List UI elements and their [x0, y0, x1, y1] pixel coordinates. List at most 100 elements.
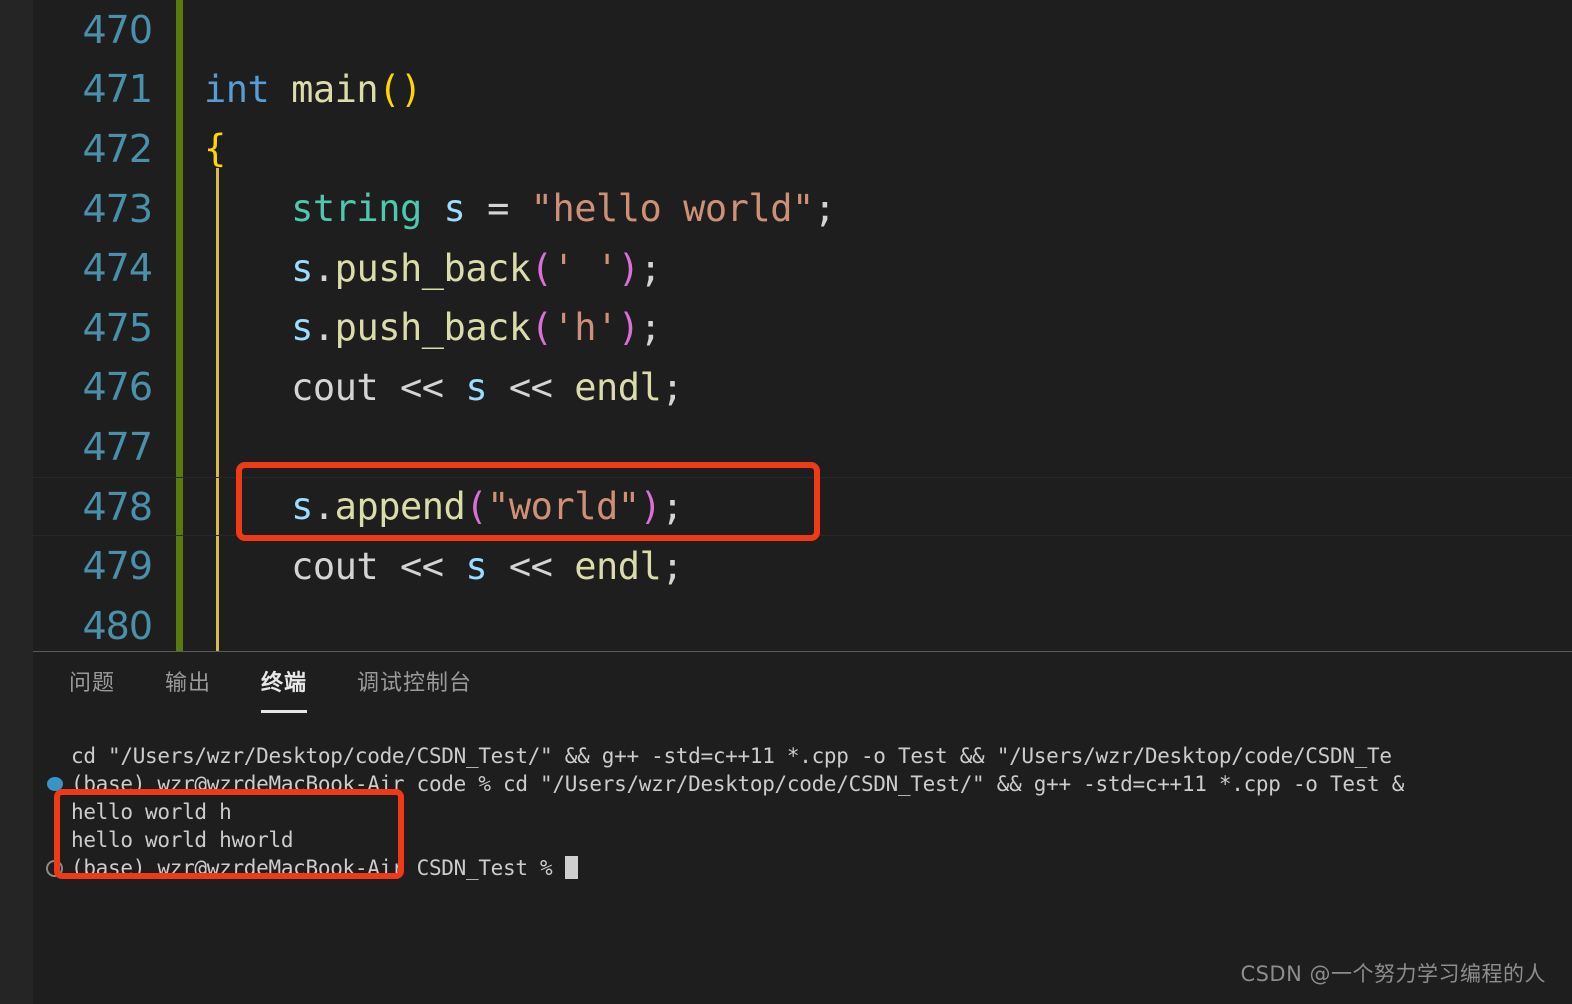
- code-token: 'h': [552, 306, 618, 350]
- code-token: s: [465, 544, 488, 588]
- terminal-line: (base) wzr@wzrdeMacBook-Air code % cd "/…: [33, 770, 1572, 798]
- code-token: ): [617, 246, 640, 290]
- code-line-479[interactable]: 479 cout << s << endl;: [33, 536, 1572, 596]
- code-token: s: [291, 246, 313, 290]
- code-line-content: cout << s << endl;: [166, 548, 683, 585]
- code-line-473[interactable]: 473 string s = "hello world";: [33, 179, 1572, 239]
- code-token: "hello world": [530, 187, 815, 231]
- code-token: s: [291, 306, 313, 350]
- code-token: (: [530, 306, 553, 350]
- code-line-content: int main(): [166, 71, 422, 108]
- terminal-line: hello world hworld: [33, 826, 1572, 854]
- code-lines-container: 470 471 int main() 472 {473 string s = "hell…: [33, 0, 1572, 651]
- terminal-command-running-icon: [47, 777, 63, 791]
- code-token: ): [639, 485, 662, 529]
- code-line-478[interactable]: 478 s.append("world");: [33, 476, 1572, 537]
- vscode-window: 470 471 int main() 472 {473 string s = "hell…: [0, 0, 1572, 1004]
- code-token: ;: [661, 485, 684, 529]
- terminal-line-text: hello world h: [71, 800, 232, 824]
- panel-tab-3[interactable]: 调试控制台: [357, 665, 472, 701]
- line-number: 477: [82, 424, 153, 469]
- code-token: s: [443, 187, 466, 231]
- code-line-content: s.push_back(' ');: [166, 246, 662, 290]
- code-line-470[interactable]: 470: [33, 0, 1572, 60]
- code-token: string: [291, 187, 422, 231]
- code-line-content: string s = "hello world";: [166, 190, 836, 227]
- code-token: "world": [487, 485, 640, 529]
- terminal-line-text: (base) wzr@wzrdeMacBook-Air CSDN_Test %: [71, 856, 565, 880]
- code-token: push_back: [334, 306, 531, 350]
- line-number: 474: [82, 246, 153, 291]
- code-token: .: [312, 306, 335, 350]
- code-token: ;: [661, 365, 684, 409]
- code-line-content: cout << s << endl;: [166, 369, 683, 406]
- code-token: ;: [661, 544, 684, 588]
- code-token: endl: [574, 365, 662, 409]
- code-line-477[interactable]: 477: [33, 417, 1572, 477]
- code-token: .: [312, 485, 335, 529]
- code-token: ): [617, 306, 640, 350]
- code-line-472[interactable]: 472 {: [33, 119, 1572, 179]
- code-line-476[interactable]: 476 cout << s << endl;: [33, 358, 1572, 418]
- code-token: cout: [291, 365, 379, 409]
- terminal-line-text: hello world hworld: [71, 828, 294, 852]
- code-token: s: [465, 365, 488, 409]
- terminal-line: hello world h: [33, 798, 1572, 826]
- terminal-line: cd "/Users/wzr/Desktop/code/CSDN_Test/" …: [33, 742, 1572, 770]
- code-token: (): [378, 67, 422, 111]
- code-line-content: s.append("world");: [166, 488, 683, 525]
- code-line-content: {: [166, 130, 226, 167]
- code-editor[interactable]: 470 471 int main() 472 {473 string s = "hell…: [33, 0, 1572, 651]
- code-token: (: [465, 485, 488, 529]
- code-token: ' ': [552, 246, 618, 290]
- line-number: 472: [82, 126, 153, 171]
- code-token: append: [334, 485, 466, 529]
- panel-tab-0[interactable]: 问题: [69, 665, 115, 701]
- code-line-content: s.push_back('h');: [166, 306, 662, 350]
- line-number: 479: [82, 544, 153, 589]
- code-token: .: [312, 246, 335, 290]
- code-token: {: [204, 127, 226, 171]
- bottom-panel: 问题 输出 终端 调试控制台 cd "/Users/wzr/Desktop/code/…: [33, 652, 1572, 1004]
- code-token: =: [487, 187, 509, 231]
- code-token: int: [204, 67, 270, 111]
- terminal-line-text: cd "/Users/wzr/Desktop/code/CSDN_Test/" …: [71, 744, 1392, 768]
- terminal-line: (base) wzr@wzrdeMacBook-Air CSDN_Test %: [33, 854, 1572, 882]
- code-token: cout: [291, 544, 379, 588]
- line-number: 476: [82, 365, 153, 410]
- code-token: <<: [378, 365, 466, 409]
- code-line-480[interactable]: 480: [33, 596, 1572, 651]
- csdn-watermark: CSDN @一个努力学习编程的人: [1240, 962, 1546, 986]
- code-token: ;: [639, 306, 662, 350]
- code-line-475[interactable]: 475 s.push_back('h');: [33, 298, 1572, 358]
- terminal-line-text: (base) wzr@wzrdeMacBook-Air code % cd "/…: [71, 772, 1405, 796]
- line-number: 473: [82, 186, 153, 231]
- code-token: ;: [639, 246, 662, 290]
- line-number: 480: [82, 603, 153, 648]
- code-line-474[interactable]: 474 s.push_back(' ');: [33, 238, 1572, 298]
- code-line-471[interactable]: 471 int main(): [33, 60, 1572, 120]
- code-token: main: [291, 67, 379, 111]
- code-token: <<: [378, 544, 466, 588]
- terminal-cursor: [564, 856, 578, 879]
- panel-tab-2[interactable]: 终端: [261, 665, 308, 713]
- panel-tab-list: 问题 输出 终端 调试控制台: [33, 652, 522, 714]
- code-token: (: [530, 246, 553, 290]
- code-token: <<: [487, 365, 575, 409]
- line-number: 478: [82, 484, 153, 529]
- code-token: push_back: [334, 246, 531, 290]
- terminal-command-status-icon: [46, 860, 63, 877]
- activity-bar-strip: [0, 0, 33, 1004]
- line-number: 470: [82, 7, 153, 52]
- panel-tab-1[interactable]: 输出: [165, 665, 211, 701]
